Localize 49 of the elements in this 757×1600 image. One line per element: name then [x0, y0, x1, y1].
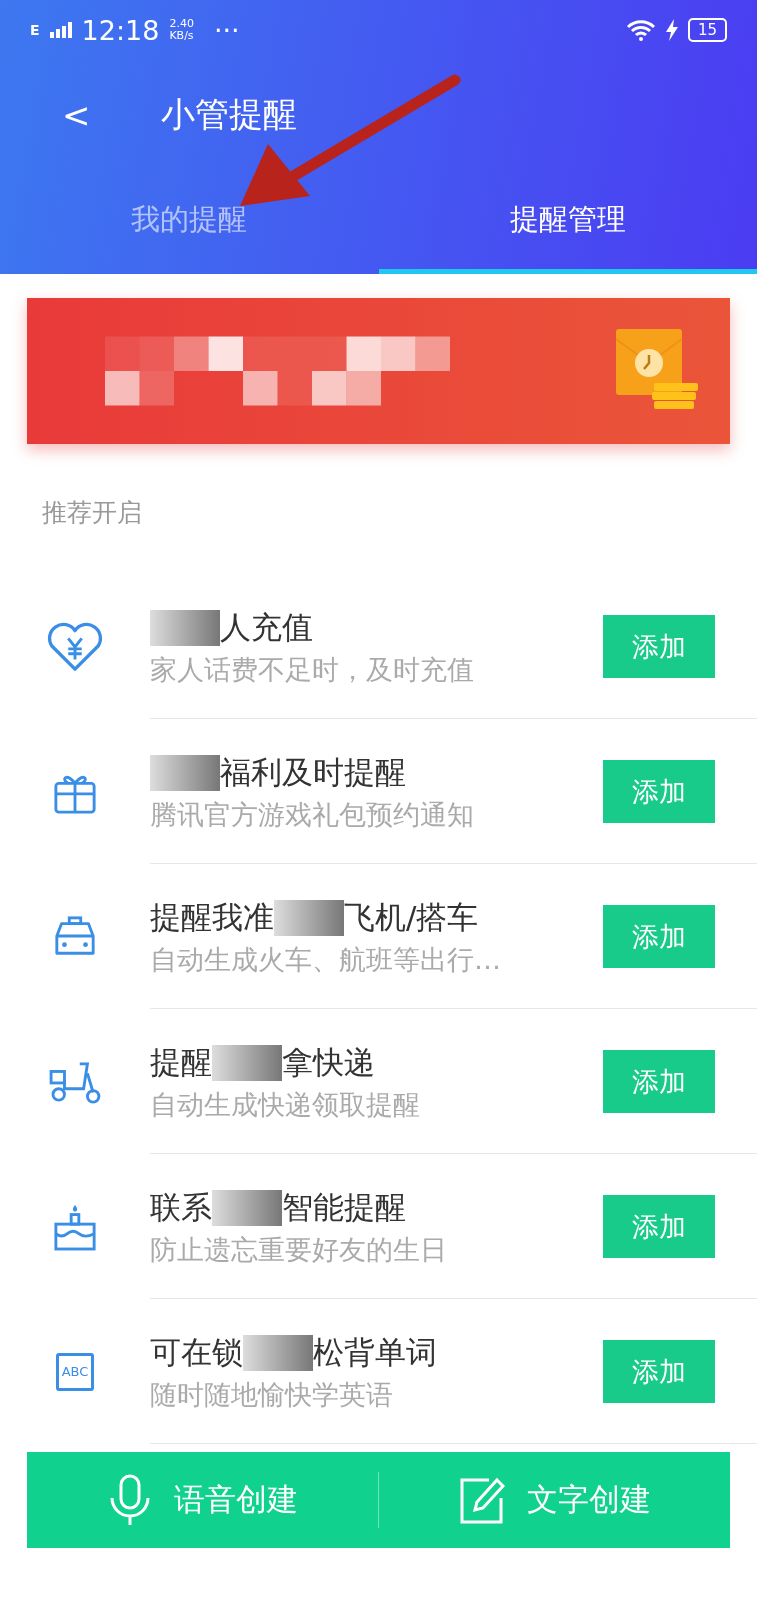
- heart-yen-icon: [46, 620, 104, 673]
- item-subtitle: 随时随地愉快学英语: [150, 1377, 394, 1412]
- section-title: 推荐开启: [41, 497, 143, 529]
- item-title: 提醒我准: [150, 897, 274, 937]
- item-title: 人充值: [220, 607, 313, 647]
- item-title: 智能提醒: [282, 1187, 406, 1227]
- speed-unit: KB/s: [169, 30, 194, 43]
- item-subtitle: 腾讯官方游戏礼包预约通知: [150, 797, 475, 832]
- edit-icon: [458, 1476, 505, 1524]
- network-type: E: [30, 22, 40, 38]
- clock: 12:18: [81, 14, 160, 46]
- wifi-icon: [625, 19, 656, 41]
- censor-block: [274, 899, 344, 936]
- tab[interactable]: 提醒管理: [378, 170, 757, 274]
- scooter-icon: [49, 1059, 101, 1104]
- add-button[interactable]: 添加: [603, 1050, 715, 1113]
- tab[interactable]: 我的提醒: [0, 170, 379, 274]
- network-speed: 2.40: [169, 17, 194, 30]
- create-button[interactable]: 语音创建: [27, 1452, 378, 1548]
- item-title: 可在锁: [150, 1332, 243, 1372]
- item-title: 联系: [150, 1187, 212, 1227]
- abc-card-icon: ABC: [56, 1352, 94, 1391]
- add-button[interactable]: 添加: [603, 1340, 715, 1403]
- item-title: 提醒: [150, 1042, 212, 1082]
- item-subtitle: 自动生成快递领取提醒: [150, 1087, 421, 1122]
- add-button[interactable]: 添加: [603, 905, 715, 968]
- item-title: 松背单词: [313, 1332, 437, 1372]
- item-subtitle: 防止遗忘重要好友的生日: [150, 1232, 448, 1267]
- signal-icon: [49, 22, 72, 38]
- item-subtitle: 家人话费不足时，及时充值: [150, 652, 475, 687]
- promo-banner[interactable]: [27, 298, 730, 444]
- battery-indicator: 15: [687, 18, 727, 42]
- create-button[interactable]: 文字创建: [379, 1452, 730, 1548]
- charging-icon: [665, 19, 678, 41]
- censor-block: [150, 754, 220, 791]
- item-subtitle: 自动生成火车、航班等出行…: [150, 942, 502, 977]
- back-button[interactable]: <: [62, 95, 91, 135]
- censor-block: [243, 1334, 313, 1371]
- item-title: 飞机/搭车: [344, 897, 479, 937]
- more-indicator: ···: [213, 14, 240, 46]
- add-button[interactable]: 添加: [603, 1195, 715, 1258]
- censor-block: [212, 1189, 282, 1226]
- censor-block: [212, 1044, 282, 1081]
- item-title: 拿快递: [282, 1042, 375, 1082]
- add-button[interactable]: 添加: [603, 615, 715, 678]
- page-title: 小管提醒: [160, 93, 297, 136]
- censor-block: [150, 609, 220, 646]
- item-title: 福利及时提醒: [220, 752, 406, 792]
- add-button[interactable]: 添加: [603, 760, 715, 823]
